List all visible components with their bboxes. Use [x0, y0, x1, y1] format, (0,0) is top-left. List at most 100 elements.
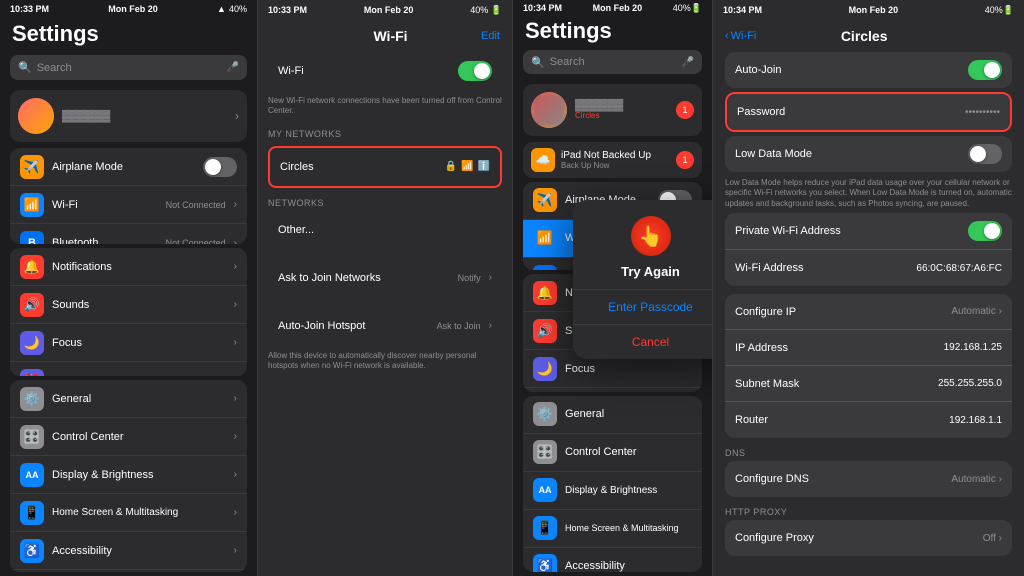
- low-data-item[interactable]: Low Data Mode: [725, 136, 1012, 172]
- cancel-button[interactable]: Cancel: [573, 325, 713, 359]
- left-control-center-item[interactable]: 🎛️ Control Center ›: [10, 418, 247, 456]
- back-to-wifi-button[interactable]: ‹ Wi-Fi: [725, 30, 756, 42]
- auto-join-detail-label: Auto-Join: [735, 64, 781, 76]
- other-network-item[interactable]: Other...: [268, 211, 502, 249]
- mic-icon[interactable]: 🎤: [227, 62, 239, 73]
- right-control-icon: 🎛️: [533, 440, 557, 464]
- configure-proxy-item[interactable]: Configure Proxy Off ›: [725, 520, 1012, 556]
- private-wifi-label: Private Wi-Fi Address: [735, 225, 841, 237]
- wifi-toggle-item[interactable]: Wi-Fi: [268, 52, 502, 90]
- wifi-date: Mon Feb 20: [364, 5, 414, 15]
- right-search-bar[interactable]: 🔍 Search 🎤: [523, 50, 702, 73]
- focus-icon: 🌙: [20, 331, 44, 355]
- left-wifi-item[interactable]: 📶 Wi-Fi Not Connected ›: [10, 186, 247, 224]
- right-settings-title: Settings: [525, 18, 700, 44]
- auto-join-desc: Allow this device to automatically disco…: [258, 349, 512, 378]
- wifi-bat-icon: 40% 🔋: [470, 5, 502, 16]
- right-control-item[interactable]: 🎛️ Control Center: [523, 434, 702, 472]
- left-bluetooth-item[interactable]: B Bluetooth Not Connected ›: [10, 224, 247, 244]
- configure-proxy-value: Off ›: [983, 533, 1002, 544]
- ask-join-label: Ask to Join Networks: [278, 272, 450, 284]
- accessibility-label: Accessibility: [52, 545, 226, 557]
- right-mic-icon[interactable]: 🎤: [682, 57, 694, 68]
- right-profile[interactable]: ▓▓▓▓▓▓ Circles 1: [523, 84, 702, 136]
- right-search-placeholder: Search: [550, 56, 585, 68]
- wifi-main-toggle[interactable]: [458, 61, 492, 81]
- wifi-edit-button[interactable]: Edit: [481, 30, 500, 42]
- auto-join-chevron: ›: [489, 320, 492, 331]
- configure-dns-item[interactable]: Configure DNS Automatic ›: [725, 461, 1012, 497]
- private-wifi-toggle[interactable]: [968, 221, 1002, 241]
- auto-join-detail-item[interactable]: Auto-Join: [725, 52, 1012, 88]
- back-chevron-icon: ‹: [725, 30, 729, 42]
- bluetooth-label: Bluetooth: [52, 237, 158, 244]
- right-screentime-item[interactable]: ⏰ Screen Time: [523, 388, 702, 392]
- left-general-item[interactable]: ⚙️ General ›: [10, 380, 247, 418]
- left-display-item[interactable]: AA Display & Brightness ›: [10, 456, 247, 494]
- biometric-dialog: 👆 Try Again Enter Passcode Cancel: [573, 200, 713, 359]
- left-focus-item[interactable]: 🌙 Focus ›: [10, 324, 247, 362]
- right-accessibility-item[interactable]: ♿ Accessibility: [523, 548, 702, 572]
- left-screentime-item[interactable]: ⏰ Screen Time ›: [10, 362, 247, 376]
- lock-icon: 🔒: [445, 161, 457, 172]
- circles-network-item[interactable]: Circles 🔒 📶 ℹ️: [270, 148, 500, 186]
- circles-network-box[interactable]: Circles 🔒 📶 ℹ️: [268, 146, 502, 188]
- control-center-chevron: ›: [234, 431, 237, 442]
- right-general-item[interactable]: ⚙️ General: [523, 396, 702, 434]
- accessibility-chevron: ›: [234, 545, 237, 556]
- wifi-bars-icon: 📶: [461, 161, 473, 172]
- low-data-toggle[interactable]: [968, 144, 1002, 164]
- wifi-status-icons: 40% 🔋: [470, 5, 502, 16]
- circles-network-icons: 🔒 📶 ℹ️: [445, 161, 490, 172]
- right-homescreen-item[interactable]: 📱 Home Screen & Multitasking: [523, 510, 702, 548]
- ipad-backup-notification[interactable]: ☁️ iPad Not Backed Up Back Up Now 1: [523, 142, 702, 178]
- right-display-label: Display & Brightness: [565, 485, 692, 496]
- homescreen-chevron: ›: [234, 507, 237, 518]
- left-accessibility-item[interactable]: ♿ Accessibility ›: [10, 532, 247, 570]
- low-data-desc: Low Data Mode helps reduce your iPad dat…: [713, 176, 1024, 213]
- airplane-toggle[interactable]: [203, 157, 237, 177]
- right-display-item[interactable]: AA Display & Brightness: [523, 472, 702, 510]
- router-value: 192.168.1.1: [949, 415, 1002, 426]
- right-sounds-icon: 🔊: [533, 319, 557, 343]
- right-control-label: Control Center: [565, 446, 692, 458]
- left-notifications-item[interactable]: 🔔 Notifications ›: [10, 248, 247, 286]
- left-homescreen-item[interactable]: 📱 Home Screen & Multitasking ›: [10, 494, 247, 532]
- password-box[interactable]: Password ••••••••••: [725, 92, 1012, 132]
- back-label: Wi-Fi: [731, 30, 757, 42]
- notifications-chevron: ›: [234, 261, 237, 272]
- enter-passcode-button[interactable]: Enter Passcode: [573, 290, 713, 325]
- wifi-panel: 10:33 PM Mon Feb 20 40% 🔋 Wi-Fi Edit Wi-…: [258, 0, 513, 576]
- right-accessibility-label: Accessibility: [565, 560, 692, 572]
- auto-join-value: Ask to Join: [437, 321, 481, 331]
- bluetooth-icon: B: [20, 231, 44, 244]
- circles-date: Mon Feb 20: [849, 5, 899, 15]
- wifi-signal-icon: ▲: [217, 4, 226, 14]
- right-search-icon: 🔍: [531, 56, 545, 69]
- right-bat-icon: 40%🔋: [673, 3, 702, 14]
- left-airplane-item[interactable]: ✈️ Airplane Mode: [10, 148, 247, 186]
- auto-join-detail-toggle[interactable]: [968, 60, 1002, 80]
- right-status-bar: 10:34 PM Mon Feb 20 40%🔋: [513, 0, 712, 16]
- left-wallpaper-item[interactable]: 🖼️ Wallpaper ›: [10, 570, 247, 572]
- left-sounds-item[interactable]: 🔊 Sounds ›: [10, 286, 247, 324]
- password-item[interactable]: Password ••••••••••: [727, 94, 1010, 130]
- dns-section-header: DNS: [713, 442, 1024, 461]
- configure-ip-item[interactable]: Configure IP Automatic ›: [725, 294, 1012, 330]
- ask-join-item[interactable]: Ask to Join Networks Notify ›: [268, 259, 502, 297]
- ip-address-label: IP Address: [735, 342, 788, 354]
- fingerprint-icon: 👆: [631, 216, 671, 256]
- ask-join-value: Notify: [458, 273, 481, 283]
- auto-join-item[interactable]: Auto-Join Hotspot Ask to Join ›: [268, 307, 502, 345]
- wifi-address-item: Wi-Fi Address 66:0C:68:67:A6:FC: [725, 250, 1012, 286]
- dns-group: Configure DNS Automatic ›: [725, 461, 1012, 497]
- left-profile[interactable]: ▓▓▓▓▓▓ ›: [10, 90, 247, 142]
- private-wifi-item[interactable]: Private Wi-Fi Address: [725, 213, 1012, 250]
- wifi-notice-text: New Wi-Fi network connections have been …: [258, 94, 512, 123]
- left-settings-title: Settings: [12, 21, 245, 47]
- left-search-bar[interactable]: 🔍 Search 🎤: [10, 55, 247, 80]
- info-circle-icon[interactable]: ℹ️: [478, 161, 490, 172]
- circles-status-bar: 10:34 PM Mon Feb 20 40%🔋: [713, 0, 1024, 20]
- circles-nav-header: ‹ Wi-Fi Circles: [713, 20, 1024, 52]
- left-time: 10:33 PM: [10, 4, 49, 14]
